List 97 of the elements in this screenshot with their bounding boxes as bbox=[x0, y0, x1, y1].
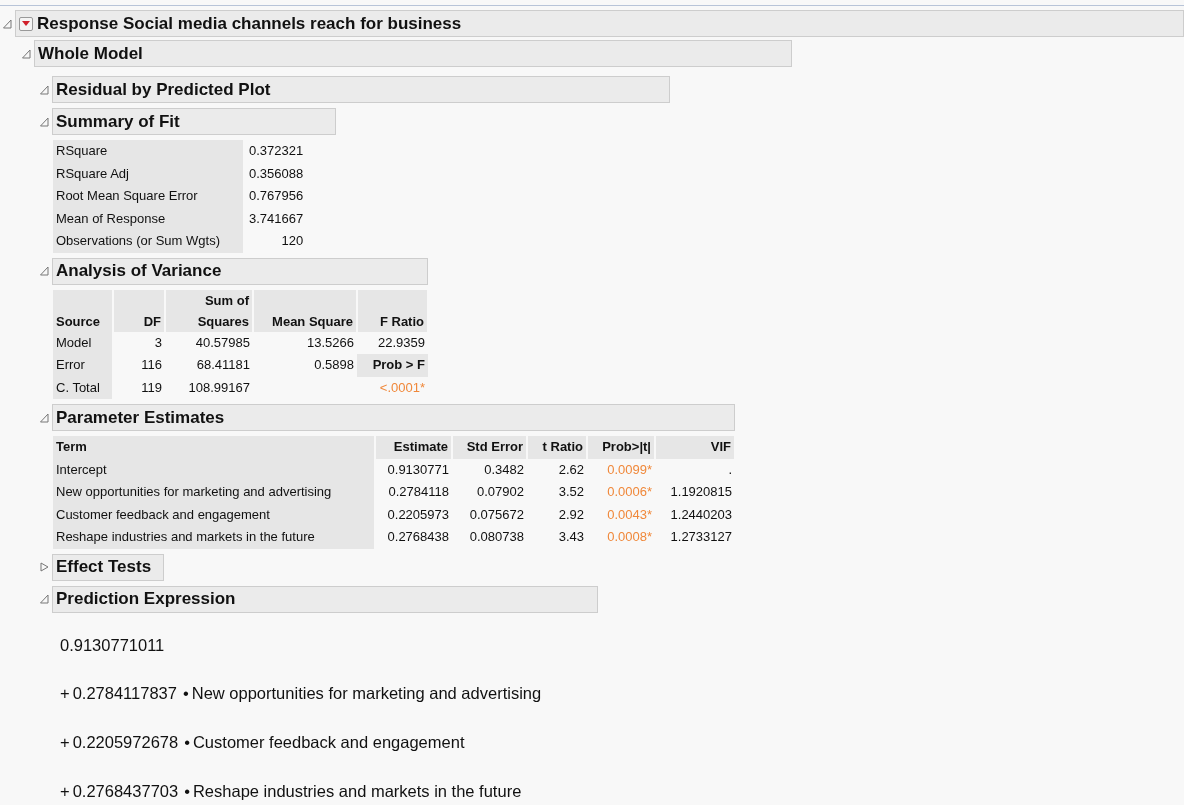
column-header: Prob>|t| bbox=[587, 436, 655, 459]
term-name: New opportunities for marketing and advertising bbox=[191, 683, 542, 705]
disclosure-triangle-collapsed-icon[interactable] bbox=[40, 562, 49, 572]
table-cell-text: 0.2205973 bbox=[386, 505, 450, 524]
plus-sign: + bbox=[60, 683, 70, 705]
section-header[interactable]: Effect Tests bbox=[52, 553, 164, 581]
table-cell-text: 0.2768438 bbox=[386, 528, 450, 546]
table-cell-text: 3.43 bbox=[557, 528, 585, 546]
disclosure-triangle-expanded-icon[interactable] bbox=[40, 266, 49, 276]
table-cell: Root Mean Square Error bbox=[53, 185, 243, 208]
section-title: Summary of Fit bbox=[56, 110, 180, 133]
table-cell-text: 0.080738 bbox=[468, 528, 525, 546]
plus-sign: + bbox=[60, 780, 70, 802]
table-cell: 0.372321 bbox=[243, 140, 304, 163]
section-title: Effect Tests bbox=[56, 556, 152, 579]
table-cell: C. Total bbox=[53, 376, 113, 399]
section-header[interactable]: Residual by Predicted Plot bbox=[52, 76, 670, 103]
table-cell: RSquare bbox=[53, 140, 243, 163]
table-cell-text: 0.2784118 bbox=[387, 483, 450, 501]
table-cell: 0.9130771 bbox=[375, 458, 452, 481]
table-cell: Model bbox=[53, 331, 113, 354]
table-cell-text: 0.0043* bbox=[606, 505, 653, 524]
coefficient: 0.2768437703 bbox=[72, 780, 179, 802]
column-header: Prob > F bbox=[357, 354, 428, 377]
section-title: Residual by Predicted Plot bbox=[56, 78, 271, 101]
multiply-dot: • bbox=[184, 780, 190, 802]
table-cell: Observations (or Sum Wgts) bbox=[53, 230, 243, 253]
disclosure-triangle-expanded-icon[interactable] bbox=[3, 18, 12, 29]
section-title: Analysis of Variance bbox=[56, 260, 222, 283]
table-cell-text: 1.2440203 bbox=[669, 505, 733, 524]
section-title: Response Social media channels reach for business bbox=[37, 12, 462, 35]
column-header: Term bbox=[53, 436, 375, 459]
table-cell: 13.5266 bbox=[253, 331, 357, 354]
disclosure-triangle-expanded-icon[interactable] bbox=[40, 116, 49, 127]
table-cell-text: 0.0006* bbox=[606, 483, 653, 501]
section-title: Parameter Estimates bbox=[56, 406, 225, 429]
table-cell-text: 1.1920815 bbox=[669, 483, 733, 501]
plus-sign: + bbox=[60, 732, 70, 753]
section-header[interactable]: Response Social media channels reach for business bbox=[15, 10, 1184, 37]
coefficient: 0.2205972678 bbox=[72, 732, 179, 753]
section-header[interactable]: Prediction Expression bbox=[52, 585, 598, 613]
table-cell: 40.57985 bbox=[165, 331, 253, 354]
table-cell: New opportunities for marketing and advertising bbox=[53, 481, 375, 504]
table-cell: Reshape industries and markets in the future bbox=[53, 526, 375, 549]
section-title: Prediction Expression bbox=[56, 588, 236, 611]
disclosure-triangle-expanded-icon[interactable] bbox=[40, 594, 49, 604]
table-cell: Customer feedback and engagement bbox=[53, 503, 375, 526]
table-cell: <.0001* bbox=[357, 376, 428, 399]
column-header: DF bbox=[113, 289, 165, 332]
section-header[interactable]: Analysis of Variance bbox=[52, 257, 428, 285]
table-cell: 0.3482 bbox=[452, 458, 527, 481]
disclosure-triangle-expanded-icon[interactable] bbox=[40, 84, 49, 95]
section-title: Whole Model bbox=[38, 42, 143, 65]
table-cell-text: 3.52 bbox=[557, 483, 585, 501]
column-header: Source bbox=[53, 289, 113, 332]
table-cell: 3.741667 bbox=[243, 207, 304, 230]
coefficient: 0.2784117837 bbox=[72, 683, 177, 705]
section-header[interactable]: Parameter Estimates bbox=[52, 404, 735, 431]
table-cell-text: 119 bbox=[140, 378, 163, 397]
table-cell-text: 68.41181 bbox=[195, 356, 251, 374]
table-cell: Mean of Response bbox=[53, 207, 243, 230]
table-cell: 2.62 bbox=[527, 458, 587, 481]
table-cell: 3 bbox=[113, 331, 165, 354]
multiply-dot: • bbox=[184, 732, 190, 753]
table-cell-text: 0.07902 bbox=[476, 483, 525, 501]
table-cell: 120 bbox=[243, 230, 304, 253]
term-name: Customer feedback and engagement bbox=[192, 732, 465, 753]
table-cell-text: 2.92 bbox=[557, 505, 585, 524]
table-cell-text: 1.2733127 bbox=[669, 528, 733, 546]
table-cell: Intercept bbox=[53, 458, 375, 481]
expression-term: 0.9130771011 bbox=[60, 634, 165, 656]
table-cell-text: 0.0008* bbox=[606, 528, 653, 546]
table-cell: Error bbox=[53, 354, 113, 377]
disclosure-triangle-expanded-icon[interactable] bbox=[22, 48, 31, 59]
column-header: Estimate bbox=[375, 436, 452, 459]
multiply-dot: • bbox=[182, 683, 189, 705]
table-cell: 0.0099* bbox=[587, 458, 655, 481]
table-cell: 22.9359 bbox=[357, 331, 428, 354]
table-cell: 0.767956 bbox=[243, 185, 304, 208]
menu-caret-icon[interactable] bbox=[19, 16, 33, 31]
column-header: VIF bbox=[655, 436, 735, 459]
table-cell: 0.356088 bbox=[243, 162, 304, 185]
column-header: t Ratio bbox=[527, 436, 587, 459]
column-header: Mean Square bbox=[253, 289, 357, 332]
table-cell: 0.5898 bbox=[253, 354, 357, 377]
column-header: Sum of Squares bbox=[165, 289, 253, 332]
column-header: F Ratio bbox=[357, 289, 428, 332]
disclosure-triangle-expanded-icon[interactable] bbox=[40, 412, 49, 423]
table-cell: . bbox=[655, 458, 735, 481]
section-header[interactable]: Whole Model bbox=[34, 40, 792, 67]
table-cell-text: 108.99167 bbox=[187, 378, 251, 397]
term-name: Reshape industries and markets in the future bbox=[192, 780, 522, 802]
column-header: Std Error bbox=[452, 436, 527, 459]
section-header[interactable]: Summary of Fit bbox=[52, 108, 336, 135]
table-cell-text: 116 bbox=[140, 356, 163, 374]
table-cell-text: 0.075672 bbox=[468, 505, 525, 524]
table-cell: RSquare Adj bbox=[53, 162, 243, 185]
